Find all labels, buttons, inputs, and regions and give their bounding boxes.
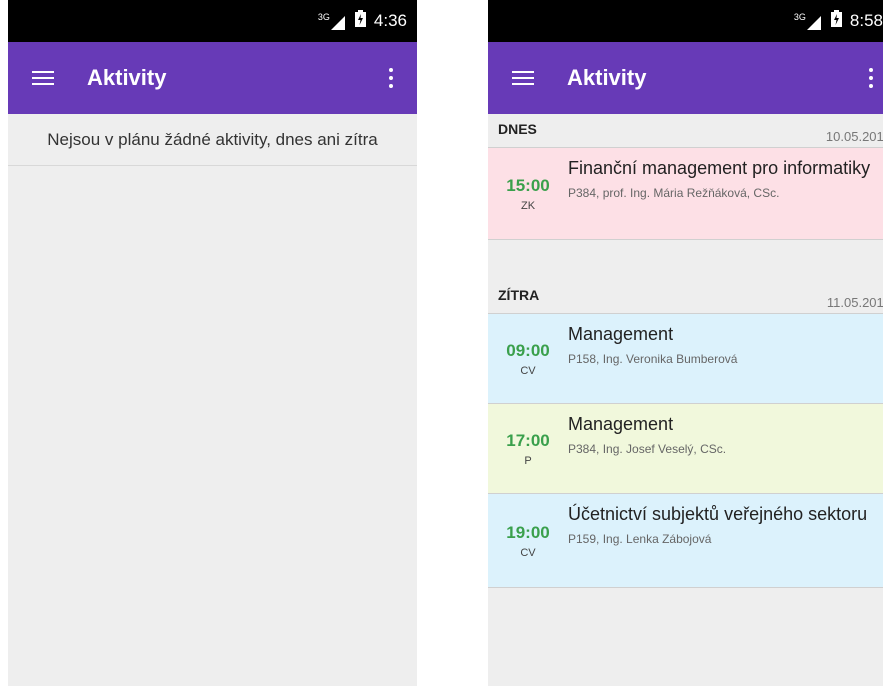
network-type: 3G <box>317 12 330 22</box>
activity-time: 19:00 <box>506 522 550 542</box>
activity-detail: P384, prof. Ing. Mária Režňáková, CSc. <box>568 186 780 200</box>
activity-time: 15:00 <box>506 175 550 195</box>
menu-icon[interactable] <box>32 71 54 85</box>
signal-icon: 3G <box>318 12 345 30</box>
screen-empty: 3G 4:36 Aktivity Nejsou v plánu žádné ak… <box>8 0 417 686</box>
activity-item[interactable]: 19:00 CV Účetnictví subjektů veřejného s… <box>488 494 883 588</box>
activity-detail: P384, Ing. Josef Veselý, CSc. <box>568 442 727 456</box>
screen-activities: 3G 8:58 Aktivity DNES 10.05.2015 15:00 Z… <box>488 0 883 686</box>
activity-item[interactable]: 17:00 P Management P384, Ing. Josef Vese… <box>488 404 883 494</box>
activity-detail: P158, Ing. Veronika Bumberová <box>568 352 738 366</box>
status-bar: 3G 4:36 <box>8 0 417 42</box>
app-bar: Aktivity <box>8 42 417 114</box>
activity-subject: Účetnictví subjektů veřejného sektoru <box>568 504 868 524</box>
activity-subject: Management <box>568 414 674 434</box>
activity-detail: P159, Ing. Lenka Zábojová <box>568 532 712 546</box>
activity-subject: Finanční management pro informatiky <box>568 158 871 178</box>
activity-item[interactable]: 15:00 ZK Finanční management pro informa… <box>488 148 883 240</box>
section-header-today: DNES 10.05.2015 <box>488 114 883 148</box>
app-title: Aktivity <box>87 65 167 90</box>
app-bar: Aktivity <box>488 42 883 114</box>
empty-message: Nejsou v plánu žádné aktivity, dnes ani … <box>8 114 417 166</box>
more-options-icon[interactable] <box>389 68 393 88</box>
battery-icon <box>354 10 366 32</box>
section-label: DNES <box>498 121 537 137</box>
activity-subject: Management <box>568 324 674 344</box>
section-header-tomorrow: ZÍTRA 11.05.2015 <box>488 280 883 314</box>
section-date: 11.05.2015 <box>826 295 883 310</box>
section-date: 10.05.2015 <box>825 129 883 144</box>
battery-icon <box>830 10 842 32</box>
activity-time: 09:00 <box>506 340 550 360</box>
network-type: 3G <box>793 12 806 22</box>
status-bar: 3G 8:58 <box>488 0 883 42</box>
section-label: ZÍTRA <box>498 287 540 303</box>
status-time: 8:58 <box>849 11 883 30</box>
signal-icon: 3G <box>794 12 821 30</box>
more-options-icon[interactable] <box>869 68 873 88</box>
app-title: Aktivity <box>567 65 647 90</box>
activity-item[interactable]: 09:00 CV Management P158, Ing. Veronika … <box>488 314 883 404</box>
activity-type: ZK <box>520 199 536 212</box>
activity-type: CV <box>520 364 536 377</box>
activity-type: CV <box>520 546 536 559</box>
activity-time: 17:00 <box>506 430 550 450</box>
activity-type: P <box>524 454 532 467</box>
menu-icon[interactable] <box>512 71 534 85</box>
status-time: 4:36 <box>373 11 407 30</box>
